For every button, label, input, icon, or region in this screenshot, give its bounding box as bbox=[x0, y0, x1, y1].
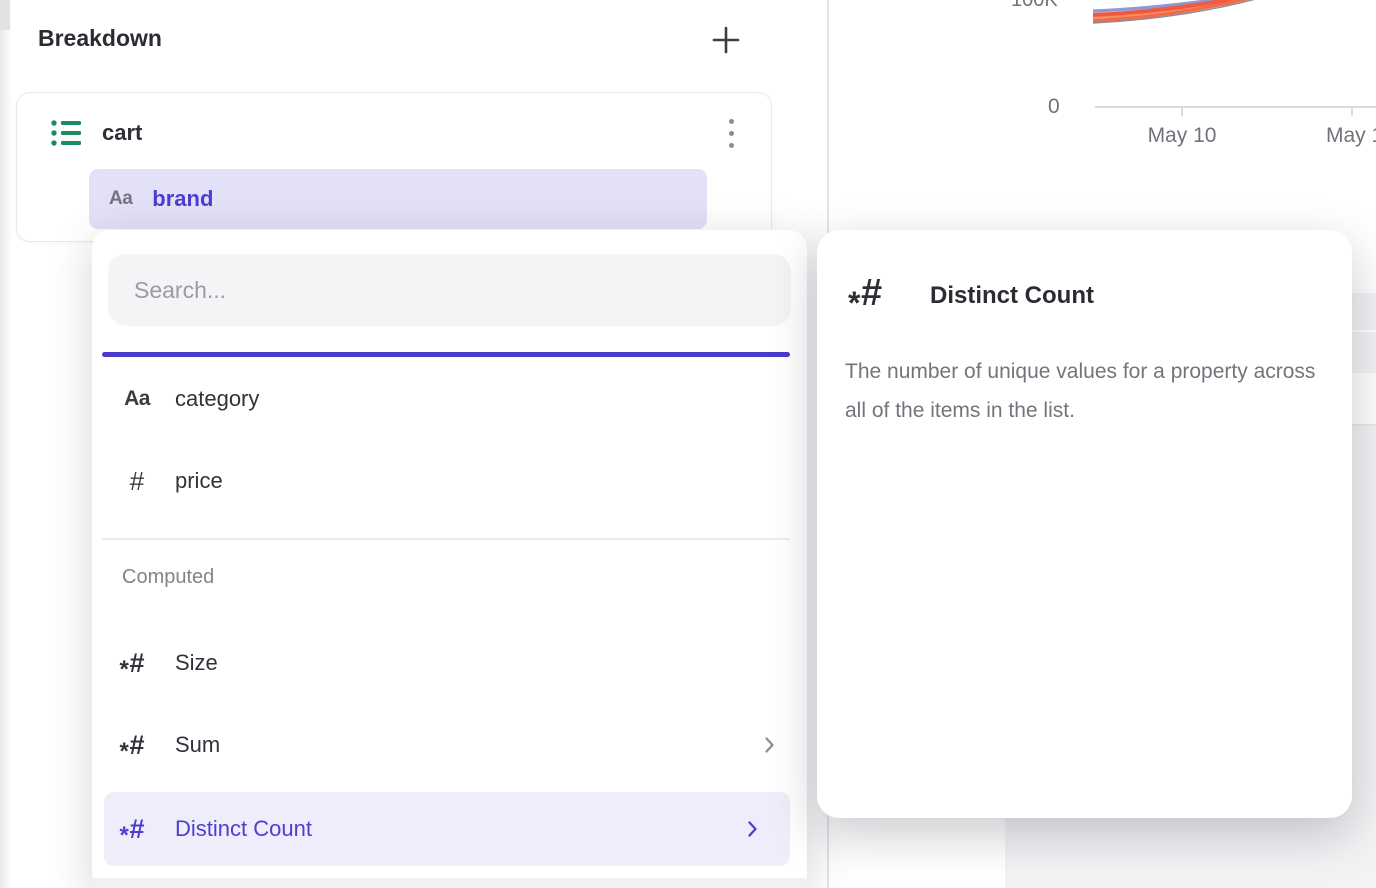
distinct-count-tooltip: #* Distinct Count The number of unique v… bbox=[817, 230, 1352, 818]
section-title: Breakdown bbox=[38, 25, 162, 52]
active-section-indicator bbox=[102, 352, 790, 357]
computed-item-sum[interactable]: #* Sum bbox=[92, 704, 807, 786]
property-label: category bbox=[175, 386, 259, 412]
computed-number-icon: #* bbox=[129, 816, 144, 843]
dropdown-footer-strip bbox=[92, 878, 807, 888]
property-item-category[interactable]: Aa category bbox=[92, 358, 807, 440]
breakdown-source-row[interactable]: cart bbox=[17, 93, 771, 173]
x-axis-tick-label: May 1 bbox=[1326, 124, 1376, 148]
x-axis-tick bbox=[1351, 106, 1353, 116]
selected-property-label: brand bbox=[152, 186, 213, 212]
text-property-icon: Aa bbox=[109, 188, 132, 210]
source-label: cart bbox=[102, 120, 718, 146]
computed-item-size[interactable]: #* Size bbox=[92, 622, 807, 704]
list-property-icon bbox=[51, 119, 81, 147]
section-divider bbox=[102, 538, 790, 540]
tooltip-description: The number of unique values for a proper… bbox=[845, 352, 1319, 430]
computed-label: Sum bbox=[175, 732, 220, 758]
text-property-icon: Aa bbox=[124, 387, 150, 411]
computed-number-icon: #* bbox=[129, 732, 144, 759]
add-breakdown-button[interactable] bbox=[710, 24, 742, 56]
x-axis-line bbox=[1095, 106, 1376, 108]
computed-label: Distinct Count bbox=[175, 816, 312, 842]
x-axis-tick bbox=[1181, 106, 1183, 116]
x-axis-tick-label: May 10 bbox=[1122, 124, 1242, 148]
property-dropdown: Aa category # price Computed #* Size #* … bbox=[92, 230, 807, 888]
chevron-right-icon bbox=[764, 736, 775, 754]
selected-property-pill[interactable]: Aa brand bbox=[89, 169, 707, 229]
top-left-corner-fragment bbox=[0, 0, 10, 30]
computed-section-label: Computed bbox=[122, 566, 214, 589]
plus-icon bbox=[712, 26, 740, 54]
y-axis-tick-label: 0 bbox=[1048, 95, 1060, 119]
computed-label: Size bbox=[175, 650, 218, 676]
computed-number-icon: #* bbox=[129, 650, 144, 677]
search-input[interactable] bbox=[108, 254, 791, 326]
y-axis-tick-label: 100K bbox=[1011, 0, 1058, 12]
left-panel-shadow bbox=[0, 0, 12, 888]
property-label: price bbox=[175, 468, 223, 494]
line-chart-series bbox=[1093, 0, 1376, 32]
computed-number-icon: #* bbox=[861, 274, 882, 312]
kebab-menu-button[interactable] bbox=[718, 116, 744, 150]
chevron-right-icon bbox=[747, 820, 758, 838]
computed-item-distinct-count[interactable]: #* Distinct Count bbox=[104, 792, 790, 866]
breakdown-card: cart Aa brand bbox=[16, 92, 772, 242]
property-item-price[interactable]: # price bbox=[92, 440, 807, 522]
tooltip-title: Distinct Count bbox=[930, 282, 1094, 310]
number-property-icon: # bbox=[130, 466, 144, 497]
